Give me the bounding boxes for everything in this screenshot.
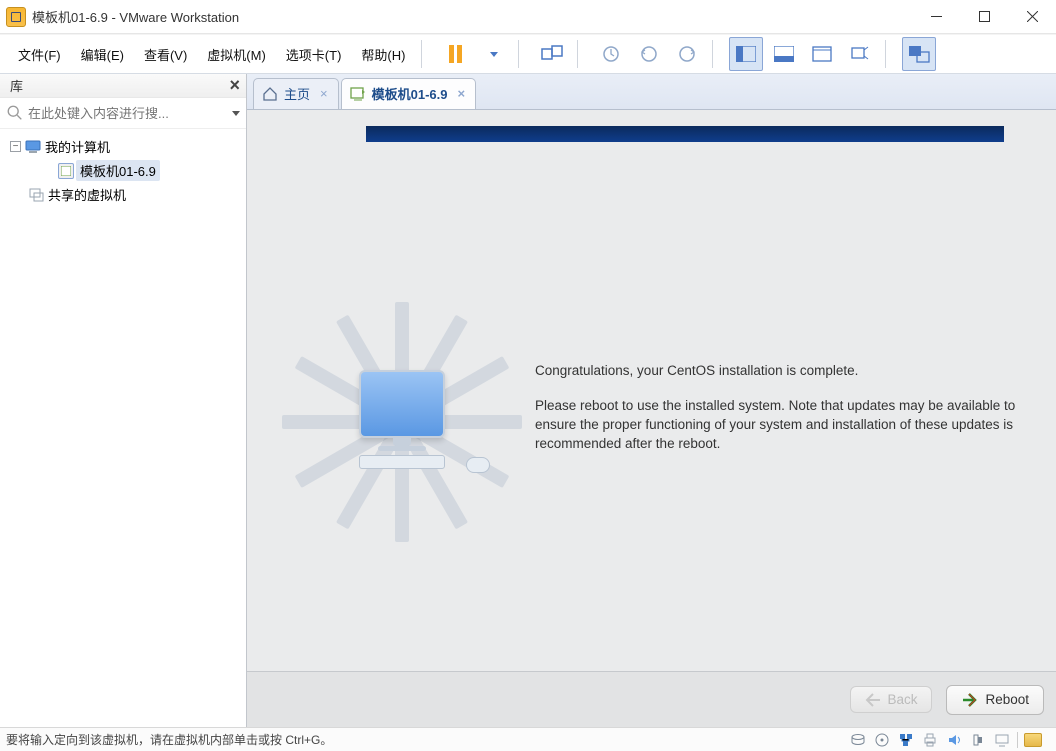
vm-display[interactable]: Congratulations, your CentOS installatio… [247,110,1056,727]
search-icon [6,104,24,122]
fullscreen-button[interactable] [805,37,839,71]
send-ctrl-alt-del-button[interactable] [535,37,569,71]
menu-view[interactable]: 查看(V) [134,39,197,70]
installer-nav-bar: Back Reboot [247,671,1056,727]
vm-icon [350,86,366,102]
app-icon [6,7,26,27]
window-titlebar: 模板机01-6.9 - VMware Workstation [0,0,1056,34]
device-tray [849,732,1050,748]
snapshot-revert-button[interactable] [632,37,666,71]
library-tree: − 我的计算机 模板机01-6.9 共享的虚拟机 [0,129,246,727]
close-button[interactable] [1008,2,1056,32]
home-icon [262,86,278,102]
separator [518,40,519,68]
usb-icon[interactable] [969,732,987,748]
status-text: 要将输入定向到该虚拟机，请在虚拟机内部单击或按 Ctrl+G。 [6,731,849,748]
close-sidebar-button[interactable]: × [229,75,240,96]
sound-icon[interactable] [945,732,963,748]
tab-home[interactable]: 主页 × [253,78,339,109]
quick-switch-button[interactable] [902,37,936,71]
tab-label: 主页 [284,84,310,103]
tree-node-my-computer[interactable]: − 我的计算机 [8,135,238,158]
separator [577,40,578,68]
tree-label: 模板机01-6.9 [76,160,160,181]
separator [712,40,713,68]
cd-dvd-icon[interactable] [873,732,891,748]
menubar: 文件(F) 编辑(E) 查看(V) 虚拟机(M) 选项卡(T) 帮助(H) [0,34,1056,74]
back-label: Back [887,692,917,707]
reboot-text: Please reboot to use the installed syste… [535,397,1055,454]
menu-vm[interactable]: 虚拟机(M) [197,39,276,70]
snapshot-take-button[interactable] [594,37,628,71]
tab-vm[interactable]: 模板机01-6.9 × [341,78,476,109]
separator [421,40,422,68]
congrats-text: Congratulations, your CentOS installatio… [535,362,1055,381]
library-title: 库 [10,76,23,95]
menu-edit[interactable]: 编辑(E) [71,39,134,70]
show-hide-library-button[interactable] [729,37,763,71]
shared-vm-icon [28,187,44,203]
menu-help[interactable]: 帮助(H) [351,39,415,70]
snapshot-manager-button[interactable] [670,37,704,71]
message-log-icon[interactable] [1024,733,1042,747]
vm-icon [58,163,74,179]
computer-icon [25,140,41,154]
display-icon[interactable] [993,732,1011,748]
unity-button[interactable] [843,37,877,71]
computer-graphic [342,370,462,469]
tree-node-shared[interactable]: 共享的虚拟机 [8,183,238,206]
menu-file[interactable]: 文件(F) [8,39,71,70]
tab-close-button[interactable]: × [320,86,328,101]
window-title: 模板机01-6.9 - VMware Workstation [32,7,912,26]
library-search-input[interactable] [28,106,228,121]
menu-tabs[interactable]: 选项卡(T) [276,39,352,70]
tree-node-vm[interactable]: 模板机01-6.9 [8,158,238,183]
arrow-left-icon [865,693,881,707]
search-dropdown[interactable] [232,111,240,116]
library-sidebar: 库 × − 我的计算机 模板机01-6.9 共享的虚拟机 [0,74,247,727]
printer-icon[interactable] [921,732,939,748]
reboot-button[interactable]: Reboot [946,685,1044,715]
installer-message: Congratulations, your CentOS installatio… [535,362,1055,470]
minimize-button[interactable] [912,2,960,32]
tree-label: 共享的虚拟机 [48,185,126,204]
separator [885,40,886,68]
arrow-right-icon [961,691,979,709]
back-button[interactable]: Back [850,686,932,713]
status-bar: 要将输入定向到该虚拟机，请在虚拟机内部单击或按 Ctrl+G。 [0,727,1056,751]
network-adapter-icon[interactable] [897,732,915,748]
tab-bar: 主页 × 模板机01-6.9 × [247,74,1056,110]
tab-label: 模板机01-6.9 [372,84,448,103]
pause-button[interactable] [438,37,472,71]
tray-separator [1017,732,1018,748]
collapse-icon[interactable]: − [10,141,21,152]
show-hide-thumbnail-button[interactable] [767,37,801,71]
tree-label: 我的计算机 [45,137,110,156]
power-dropdown[interactable] [476,37,510,71]
hard-disk-icon[interactable] [849,732,867,748]
maximize-button[interactable] [960,2,1008,32]
tab-close-button[interactable]: × [457,86,465,101]
reboot-label: Reboot [985,692,1029,707]
